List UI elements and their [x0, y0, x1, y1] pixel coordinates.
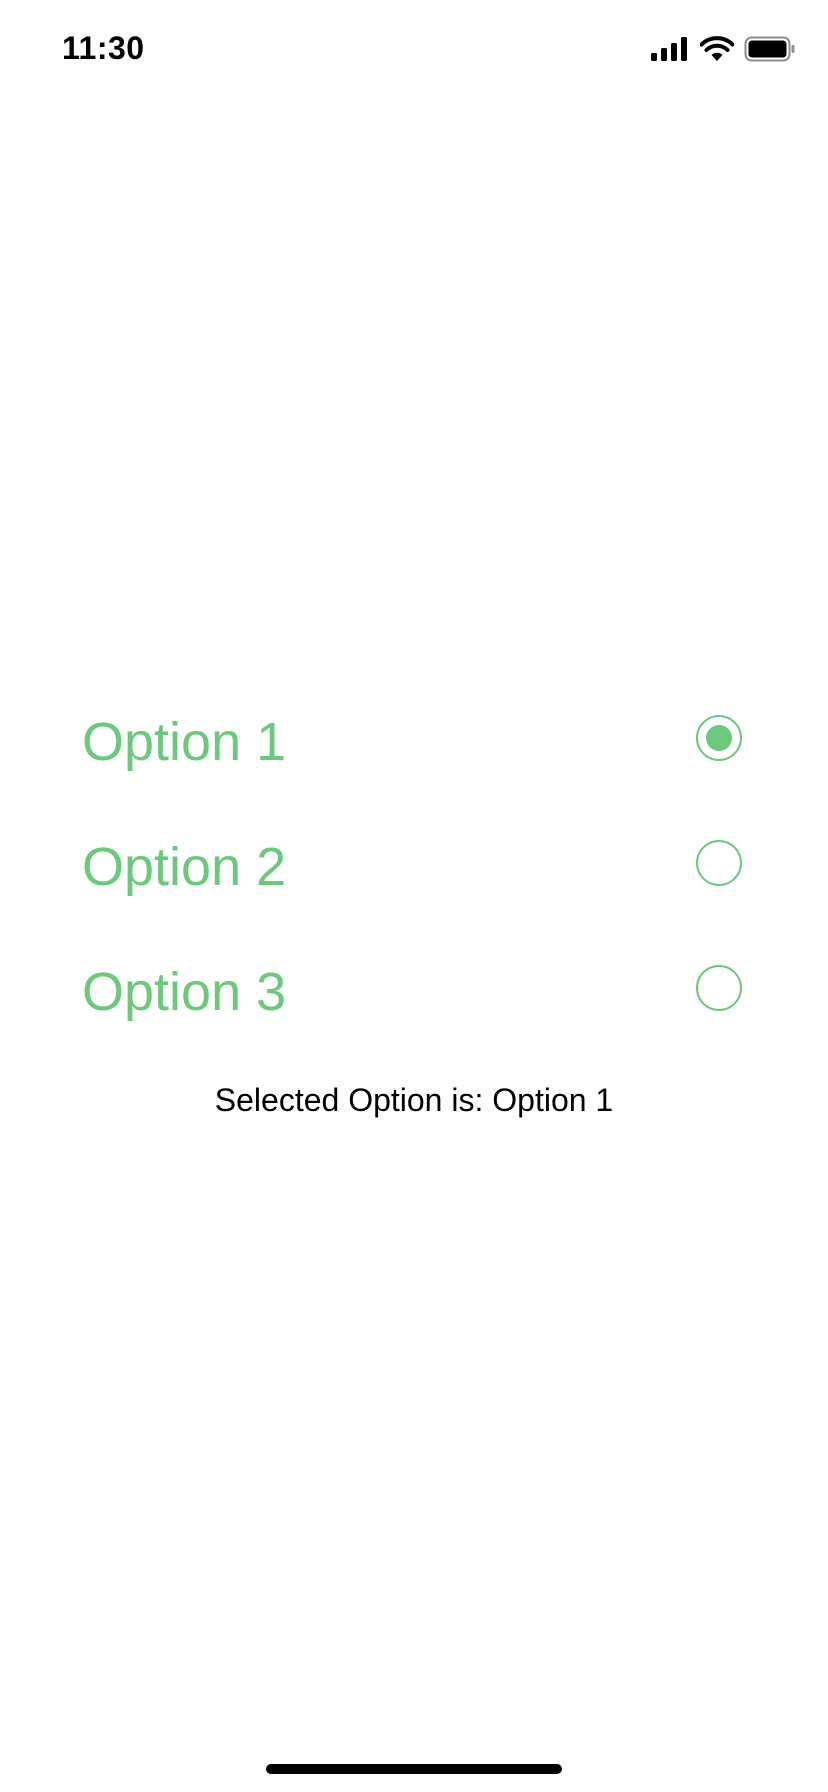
status-time: 11:30: [62, 30, 145, 66]
radio-option-label: Option 1: [82, 712, 287, 772]
radio-option-label: Option 3: [82, 962, 287, 1022]
status-icons: [650, 34, 796, 64]
radio-button[interactable]: [696, 840, 742, 886]
status-bar: 11:30: [0, 0, 828, 100]
home-indicator[interactable]: [266, 1764, 562, 1774]
radio-option-1[interactable]: Option 1: [0, 680, 828, 805]
selected-option-text: Selected Option is: Option 1: [214, 1082, 614, 1118]
radio-group: Option 1 Option 2 Option 3: [0, 680, 828, 1055]
radio-option-3[interactable]: Option 3: [0, 930, 828, 1055]
radio-option-2[interactable]: Option 2: [0, 805, 828, 930]
cellular-signal-icon: [651, 37, 687, 61]
radio-option-label: Option 2: [82, 837, 287, 897]
radio-button-selected[interactable]: [696, 715, 742, 761]
wifi-icon: [700, 36, 734, 61]
battery-icon: [744, 36, 795, 62]
radio-button[interactable]: [696, 965, 742, 1011]
radio-selected-dot: [706, 725, 732, 751]
